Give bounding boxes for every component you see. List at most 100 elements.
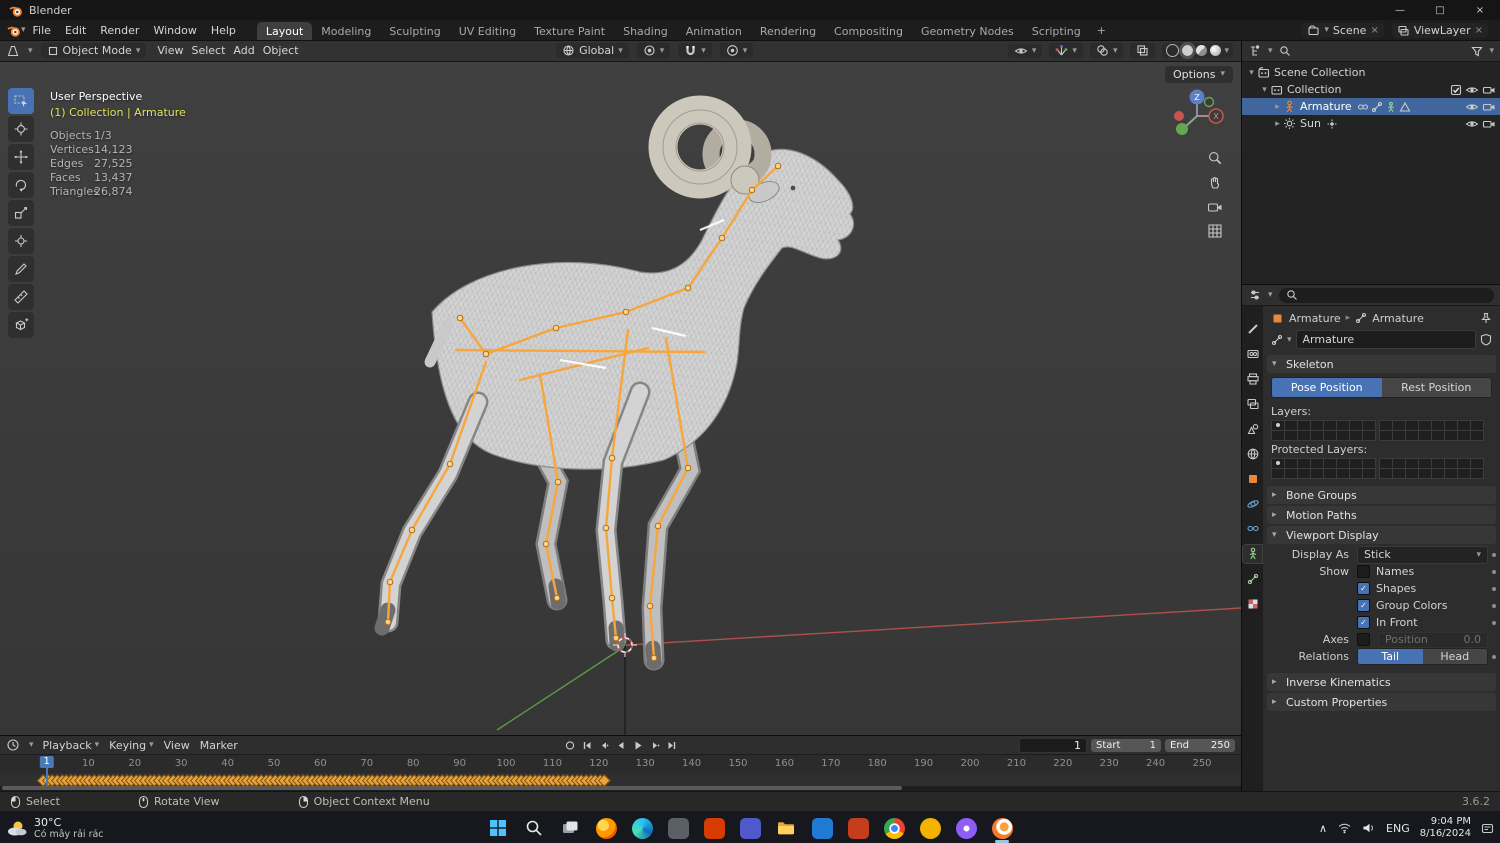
gizmo-x-neg-axis[interactable] (1174, 110, 1184, 121)
menu-help[interactable]: Help (204, 22, 243, 39)
wifi-icon[interactable] (1337, 822, 1352, 834)
viewport-menu-view[interactable]: View (154, 44, 186, 57)
timeline-menu-playback[interactable]: Playback ▾ (43, 739, 100, 752)
end-frame-field[interactable]: End 250 (1165, 738, 1235, 752)
scene-selector[interactable]: ▾ Scene × (1302, 22, 1384, 38)
rest-position-button[interactable]: Rest Position (1381, 378, 1491, 397)
layer-button[interactable] (1361, 467, 1376, 479)
layer-button[interactable] (1270, 429, 1285, 441)
layer-button[interactable] (1296, 467, 1311, 479)
taskbar-app-edge[interactable] (629, 815, 655, 841)
workspace-tab-compositing[interactable]: Compositing (825, 22, 912, 40)
camera-view-icon[interactable] (1207, 200, 1223, 214)
pose-position-button[interactable]: Pose Position (1272, 378, 1382, 397)
add-workspace-button[interactable]: + (1090, 22, 1113, 39)
outliner-editor-icon[interactable] (1248, 44, 1262, 58)
outliner-filter-icon[interactable] (1471, 45, 1484, 57)
viewport-display-section-header[interactable]: ▾ Viewport Display (1267, 526, 1496, 544)
annotate-tool[interactable] (8, 255, 34, 282)
outliner-row-scene-collection[interactable]: ▾ Scene Collection (1242, 64, 1500, 81)
taskbar-app-task-view[interactable] (557, 815, 583, 841)
overlays-toggle[interactable]: ▾ (1089, 43, 1124, 59)
play-button[interactable] (632, 740, 643, 751)
layer-button[interactable] (1270, 467, 1285, 479)
gizmos-toggle[interactable]: ▾ (1049, 43, 1083, 59)
properties-tab-constraints[interactable] (1243, 520, 1262, 538)
properties-tab-world[interactable] (1243, 445, 1262, 463)
options-dropdown[interactable]: Options ▾ (1165, 65, 1233, 83)
taskbar-app-blender[interactable] (989, 815, 1015, 843)
volume-icon[interactable] (1362, 822, 1376, 834)
3d-viewport[interactable]: User Perspective (1) Collection | Armatu… (0, 61, 1241, 736)
layer-button[interactable] (1417, 429, 1432, 441)
taskbar-app-chrome[interactable] (881, 815, 907, 841)
section-header-motion-paths[interactable]: ▸ Motion Paths (1267, 506, 1496, 524)
animate-decorator[interactable] (1492, 569, 1496, 574)
layer-button[interactable] (1430, 429, 1445, 441)
workspace-tab-animation[interactable]: Animation (677, 22, 751, 40)
properties-tab-physics[interactable] (1243, 495, 1262, 513)
workspace-tab-uv-editing[interactable]: UV Editing (450, 22, 525, 40)
cursor-tool[interactable] (8, 115, 34, 142)
timeline-editor-icon[interactable] (6, 738, 20, 752)
clock[interactable]: 9:04 PM 8/16/2024 (1420, 816, 1471, 841)
xray-toggle[interactable] (1130, 43, 1156, 59)
layer-button[interactable] (1322, 429, 1337, 441)
shading-wireframe-button[interactable] (1166, 44, 1180, 58)
select-box-tool[interactable] (8, 87, 34, 114)
layer-button[interactable] (1443, 467, 1458, 479)
rotate-tool[interactable] (8, 171, 34, 198)
gizmo-y-axis[interactable] (1176, 122, 1188, 135)
layer-button[interactable] (1443, 429, 1458, 441)
layer-button[interactable] (1456, 467, 1471, 479)
workspace-tab-rendering[interactable]: Rendering (751, 22, 825, 40)
breadcrumb-object[interactable]: Armature (1289, 312, 1341, 325)
menu-render[interactable]: Render (93, 22, 146, 39)
layer-button[interactable] (1469, 467, 1484, 479)
properties-tab-render[interactable] (1243, 345, 1262, 363)
animate-decorator[interactable] (1492, 552, 1496, 557)
taskbar-app-powerpoint[interactable] (845, 815, 871, 841)
head-button[interactable]: Head (1422, 649, 1487, 664)
layer-button[interactable] (1335, 429, 1350, 441)
workspace-tab-sculpting[interactable]: Sculpting (380, 22, 449, 40)
zoom-icon[interactable] (1207, 150, 1223, 166)
workspace-tab-modeling[interactable]: Modeling (312, 22, 380, 40)
outliner-search-icon[interactable] (1279, 45, 1291, 57)
properties-tab-scene[interactable] (1243, 420, 1262, 438)
section-header-inverse-kinematics[interactable]: ▸ Inverse Kinematics (1267, 673, 1496, 691)
timeline-menu-marker[interactable]: Marker (200, 739, 238, 752)
breadcrumb-data[interactable]: Armature (1372, 312, 1424, 325)
timeline-body[interactable]: 10 20 30 40 50 60 70 80 90 100 110 120 130 140 150 160 1… (0, 755, 1241, 787)
outliner-row-collection[interactable]: ▾ Collection (1242, 81, 1500, 98)
add-cube-tool[interactable] (8, 311, 34, 338)
disclosure-icon[interactable]: ▾ (1246, 68, 1257, 78)
taskbar-app-office[interactable] (701, 815, 727, 841)
section-header-bone-groups[interactable]: ▸ Bone Groups (1267, 486, 1496, 504)
layer-button[interactable] (1404, 429, 1419, 441)
editor-type-icon[interactable] (6, 44, 20, 58)
keyframe-track[interactable] (0, 773, 1241, 787)
animate-decorator[interactable] (1492, 586, 1496, 591)
eye-icon[interactable] (1465, 101, 1479, 113)
prev-key-button[interactable] (598, 740, 609, 751)
layer-button[interactable] (1296, 429, 1311, 441)
layer-button[interactable] (1378, 467, 1393, 479)
close-button[interactable]: × (1460, 0, 1500, 20)
layer-button[interactable] (1469, 429, 1484, 441)
measure-tool[interactable] (8, 283, 34, 310)
workspace-tab-geometry-nodes[interactable]: Geometry Nodes (912, 22, 1023, 40)
workspace-tab-texture-paint[interactable]: Texture Paint (525, 22, 614, 40)
layer-button[interactable] (1430, 467, 1445, 479)
layer-button[interactable] (1391, 467, 1406, 479)
snap-toggle[interactable]: ▾ (678, 43, 712, 59)
disclosure-icon[interactable]: ▸ (1272, 119, 1283, 129)
object-visibility-dropdown[interactable]: ▾ (1007, 43, 1043, 58)
taskbar-app-chrome-beta[interactable] (917, 815, 943, 841)
navigation-gizmo[interactable]: Z X (1169, 88, 1225, 144)
camera-icon[interactable] (1482, 118, 1496, 130)
proportional-editing-toggle[interactable]: ▾ (719, 43, 754, 59)
timeline-menu-keying[interactable]: Keying ▾ (109, 739, 153, 752)
layer-button[interactable] (1322, 467, 1337, 479)
taskbar-app-notepad[interactable] (665, 815, 691, 841)
